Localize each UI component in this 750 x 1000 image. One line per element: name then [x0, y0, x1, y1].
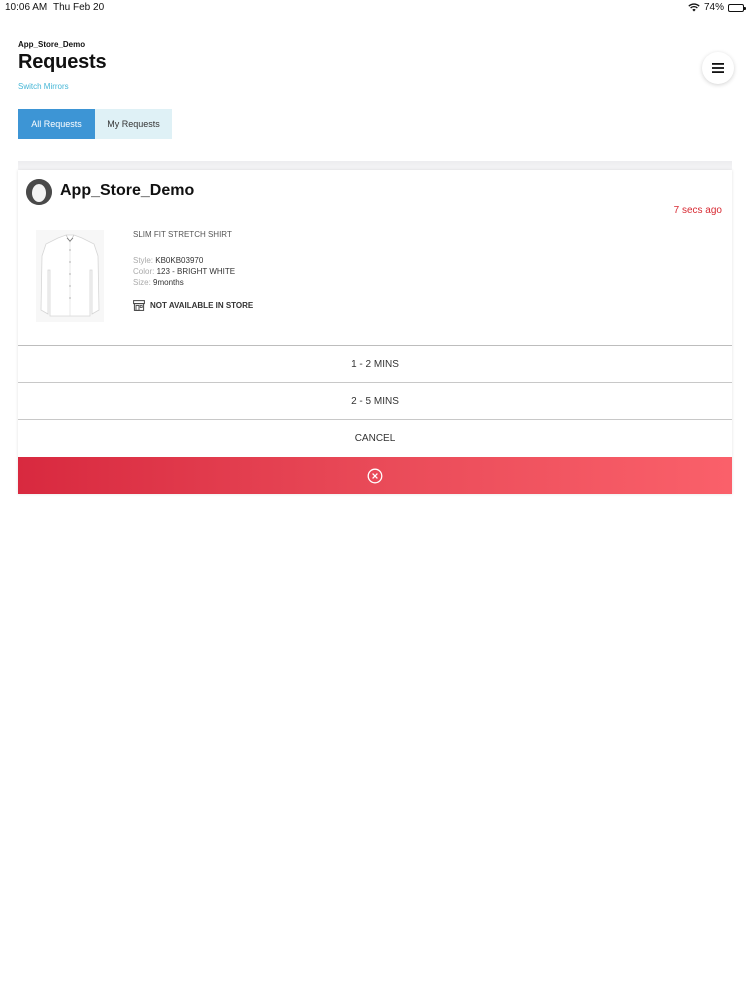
size-value: 9months: [153, 278, 184, 287]
product-image: [36, 230, 104, 322]
size-label: Size:: [133, 278, 151, 287]
availability-text: NOT AVAILABLE IN STORE: [150, 301, 254, 310]
status-bar: 10:06 AM Thu Feb 20 74%: [0, 0, 750, 16]
wifi-icon: [688, 3, 700, 12]
eta-2-5-mins-button[interactable]: 2 - 5 MINS: [18, 382, 732, 419]
style-label: Style:: [133, 256, 154, 265]
eta-1-2-mins-button[interactable]: 1 - 2 MINS: [18, 345, 732, 382]
request-card: App_Store_Demo 7 secs ago SLIM FIT STRET…: [18, 170, 732, 494]
cancel-button[interactable]: CANCEL: [18, 419, 732, 456]
avatar: [26, 179, 52, 205]
battery-percent: 74%: [703, 2, 724, 13]
product-size: Size: 9months: [133, 277, 235, 288]
tab-all-requests[interactable]: All Requests: [18, 109, 95, 139]
color-value: 123 - BRIGHT WHITE: [156, 267, 236, 276]
battery-icon: [728, 3, 746, 12]
requester-name: App_Store_Demo: [60, 182, 195, 199]
style-value: KB0KB03970: [155, 256, 204, 265]
tab-my-requests[interactable]: My Requests: [95, 109, 172, 139]
product-name: SLIM FIT STRETCH SHIRT: [133, 230, 232, 239]
menu-button[interactable]: [702, 52, 734, 84]
availability-status: NOT AVAILABLE IN STORE: [133, 300, 253, 311]
status-right: 74%: [688, 2, 746, 13]
dismiss-request-button[interactable]: [18, 457, 732, 494]
color-label: Color:: [133, 267, 155, 276]
product-style: Style: KB0KB03970: [133, 255, 235, 266]
page-title: Requests: [18, 51, 107, 73]
request-time-ago: 7 secs ago: [673, 205, 722, 216]
switch-mirrors-link[interactable]: Switch Mirrors: [18, 82, 106, 91]
close-circle-icon: [367, 468, 383, 483]
user-avatar-icon: [26, 179, 52, 205]
org-name: App_Store_Demo: [18, 40, 86, 49]
hamburger-icon: [712, 63, 724, 73]
store-icon: [133, 300, 145, 311]
status-time: 10:06 AM: [5, 2, 48, 13]
product-attributes: Style: KB0KB03970 Color: 123 - BRIGHT WH…: [133, 255, 235, 288]
request-tabs: All Requests My Requests: [18, 109, 172, 139]
status-date: Thu Feb 20: [53, 2, 105, 13]
page-header: App_Store_Demo Requests Switch Mirrors: [18, 40, 107, 91]
product-color: Color: 123 - BRIGHT WHITE: [133, 266, 235, 277]
